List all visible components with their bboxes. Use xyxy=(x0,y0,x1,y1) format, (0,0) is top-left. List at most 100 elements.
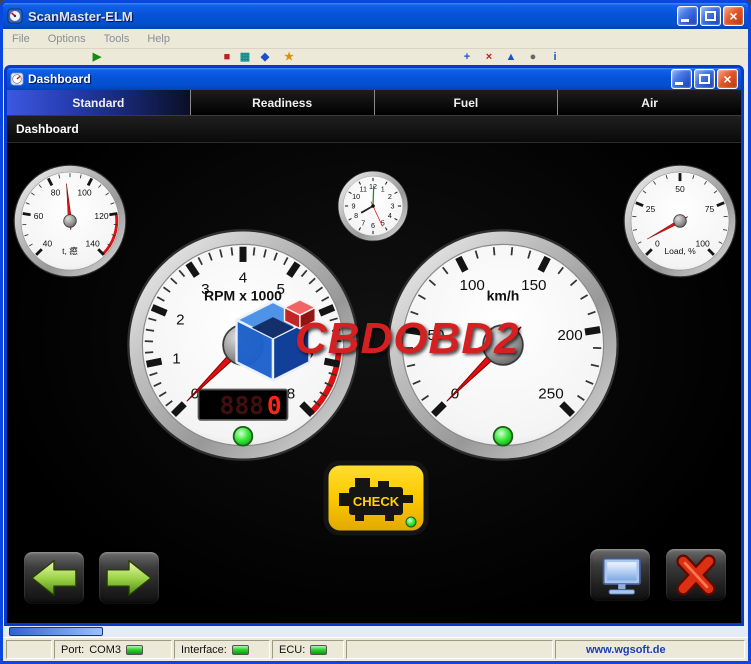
dashboard-titlebar: Dashboard × xyxy=(7,68,741,90)
status-cell-empty xyxy=(6,640,52,659)
chip-icon[interactable]: ▦ xyxy=(237,50,253,65)
port-led-indicator xyxy=(126,645,143,655)
svg-text:1: 1 xyxy=(172,351,180,368)
dashboard-window: Dashboard × Standard Readiness Fuel Air … xyxy=(4,65,744,626)
svg-text:0: 0 xyxy=(267,391,282,420)
svg-text:2: 2 xyxy=(176,312,184,329)
app-icon xyxy=(7,8,23,24)
toolbar: ▶ ■ ▦ ◆ ★ + × ▲ ● i xyxy=(3,49,748,66)
check-label: CHECK xyxy=(353,494,400,509)
svg-text:200: 200 xyxy=(557,327,582,344)
svg-text:100: 100 xyxy=(460,277,485,294)
status-interface: Interface: xyxy=(174,640,270,659)
read-codes-icon[interactable]: + xyxy=(459,50,475,65)
maximize-icon xyxy=(705,11,716,21)
disconnect-icon[interactable]: ■ xyxy=(219,50,235,65)
minimize-icon xyxy=(675,82,683,85)
status-port: Port: COM3 xyxy=(54,640,172,659)
panel-title: Dashboard xyxy=(16,122,79,136)
arrow-right-icon xyxy=(103,557,155,599)
svg-text:t, 癋: t, 癋 xyxy=(62,245,78,256)
status-ecu: ECU: xyxy=(272,640,344,659)
settings-icon[interactable]: ● xyxy=(525,50,541,65)
dashboard-window-icon xyxy=(10,72,24,86)
maximize-icon xyxy=(699,74,710,84)
port-label: Port: xyxy=(61,644,84,656)
close-icon: × xyxy=(718,70,737,88)
svg-text:4: 4 xyxy=(239,270,247,287)
watermark-text: CBDOBD2 xyxy=(295,314,520,366)
menu-file[interactable]: File xyxy=(3,31,39,47)
status-cell-spacer xyxy=(346,640,553,659)
svg-text:4: 4 xyxy=(388,211,392,220)
dash-minimize-button[interactable] xyxy=(671,69,692,89)
minimized-window-strip[interactable] xyxy=(9,627,103,636)
main-window-title: ScanMaster-ELM xyxy=(28,9,133,24)
menu-help[interactable]: Help xyxy=(138,31,179,47)
next-button[interactable] xyxy=(97,550,161,606)
tab-standard[interactable]: Standard xyxy=(7,90,191,115)
menu-tools[interactable]: Tools xyxy=(95,31,139,47)
exit-button[interactable] xyxy=(664,547,728,603)
svg-text:3: 3 xyxy=(390,202,394,211)
svg-text:1: 1 xyxy=(381,185,385,194)
menubar: File Options Tools Help xyxy=(3,29,748,49)
tab-air[interactable]: Air xyxy=(558,90,741,115)
svg-text:8: 8 xyxy=(354,211,358,220)
svg-text:Load, %: Load, % xyxy=(664,246,696,256)
dash-maximize-button[interactable] xyxy=(694,69,715,89)
svg-text:km/h: km/h xyxy=(487,288,520,304)
main-titlebar: ScanMaster-ELM × xyxy=(3,3,748,29)
dashboard-content: Standard Readiness Fuel Air Dashboard 4 0… xyxy=(7,90,741,623)
clear-codes-icon[interactable]: × xyxy=(481,50,497,65)
svg-text:0: 0 xyxy=(655,239,660,249)
svg-text:140: 140 xyxy=(85,239,100,249)
svg-text:150: 150 xyxy=(521,277,546,294)
port-value: COM3 xyxy=(89,644,121,656)
maximize-button[interactable] xyxy=(700,6,721,26)
close-button[interactable]: × xyxy=(723,6,744,26)
interface-label: Interface: xyxy=(181,644,227,656)
svg-text:6: 6 xyxy=(371,221,375,230)
cube-icon[interactable]: ◆ xyxy=(257,50,273,65)
svg-text:60: 60 xyxy=(34,211,44,221)
monitor-icon xyxy=(594,554,646,596)
svg-text:80: 80 xyxy=(51,188,61,198)
dashboard-tabbar: Standard Readiness Fuel Air xyxy=(7,90,741,116)
chart-icon[interactable]: ▲ xyxy=(503,50,519,65)
display-mode-button[interactable] xyxy=(588,547,652,603)
prev-button[interactable] xyxy=(22,550,86,606)
scanmaster-main-window: ScanMaster-ELM × File Options Tools Help… xyxy=(0,0,751,664)
connect-icon[interactable]: ▶ xyxy=(89,50,105,65)
temperature-gauge: 406080100120140t, 癋 xyxy=(13,164,127,278)
svg-text:11: 11 xyxy=(360,185,367,194)
info-icon[interactable]: i xyxy=(547,50,563,65)
svg-text:100: 100 xyxy=(695,239,710,249)
svg-text:10: 10 xyxy=(352,192,360,201)
dash-close-button[interactable]: × xyxy=(717,69,738,89)
svg-text:9: 9 xyxy=(352,202,356,211)
svg-text:50: 50 xyxy=(675,184,685,194)
svg-text:7: 7 xyxy=(361,218,365,227)
load-gauge: 0 25 50 75 100Load, % xyxy=(623,164,737,278)
tab-fuel[interactable]: Fuel xyxy=(375,90,559,115)
svg-text:250: 250 xyxy=(538,385,563,402)
svg-text:2: 2 xyxy=(388,192,392,201)
svg-text:120: 120 xyxy=(94,211,109,221)
minimize-button[interactable] xyxy=(677,6,698,26)
svg-text:75: 75 xyxy=(705,204,715,214)
svg-text:100: 100 xyxy=(77,188,92,198)
svg-text:25: 25 xyxy=(646,204,656,214)
interface-led-indicator xyxy=(232,645,249,655)
close-icon: × xyxy=(724,7,743,25)
dashboard-window-title: Dashboard xyxy=(28,72,91,86)
ecu-label: ECU: xyxy=(279,644,305,656)
check-engine-indicator: CHECK xyxy=(323,460,429,536)
menu-options[interactable]: Options xyxy=(39,31,95,47)
panel-titlebar: Dashboard xyxy=(7,116,741,143)
mil-led xyxy=(406,517,416,527)
tab-readiness[interactable]: Readiness xyxy=(191,90,375,115)
website-link[interactable]: www.wgsoft.de xyxy=(586,644,666,656)
star-icon[interactable]: ★ xyxy=(281,50,297,65)
ecu-led-indicator xyxy=(310,645,327,655)
